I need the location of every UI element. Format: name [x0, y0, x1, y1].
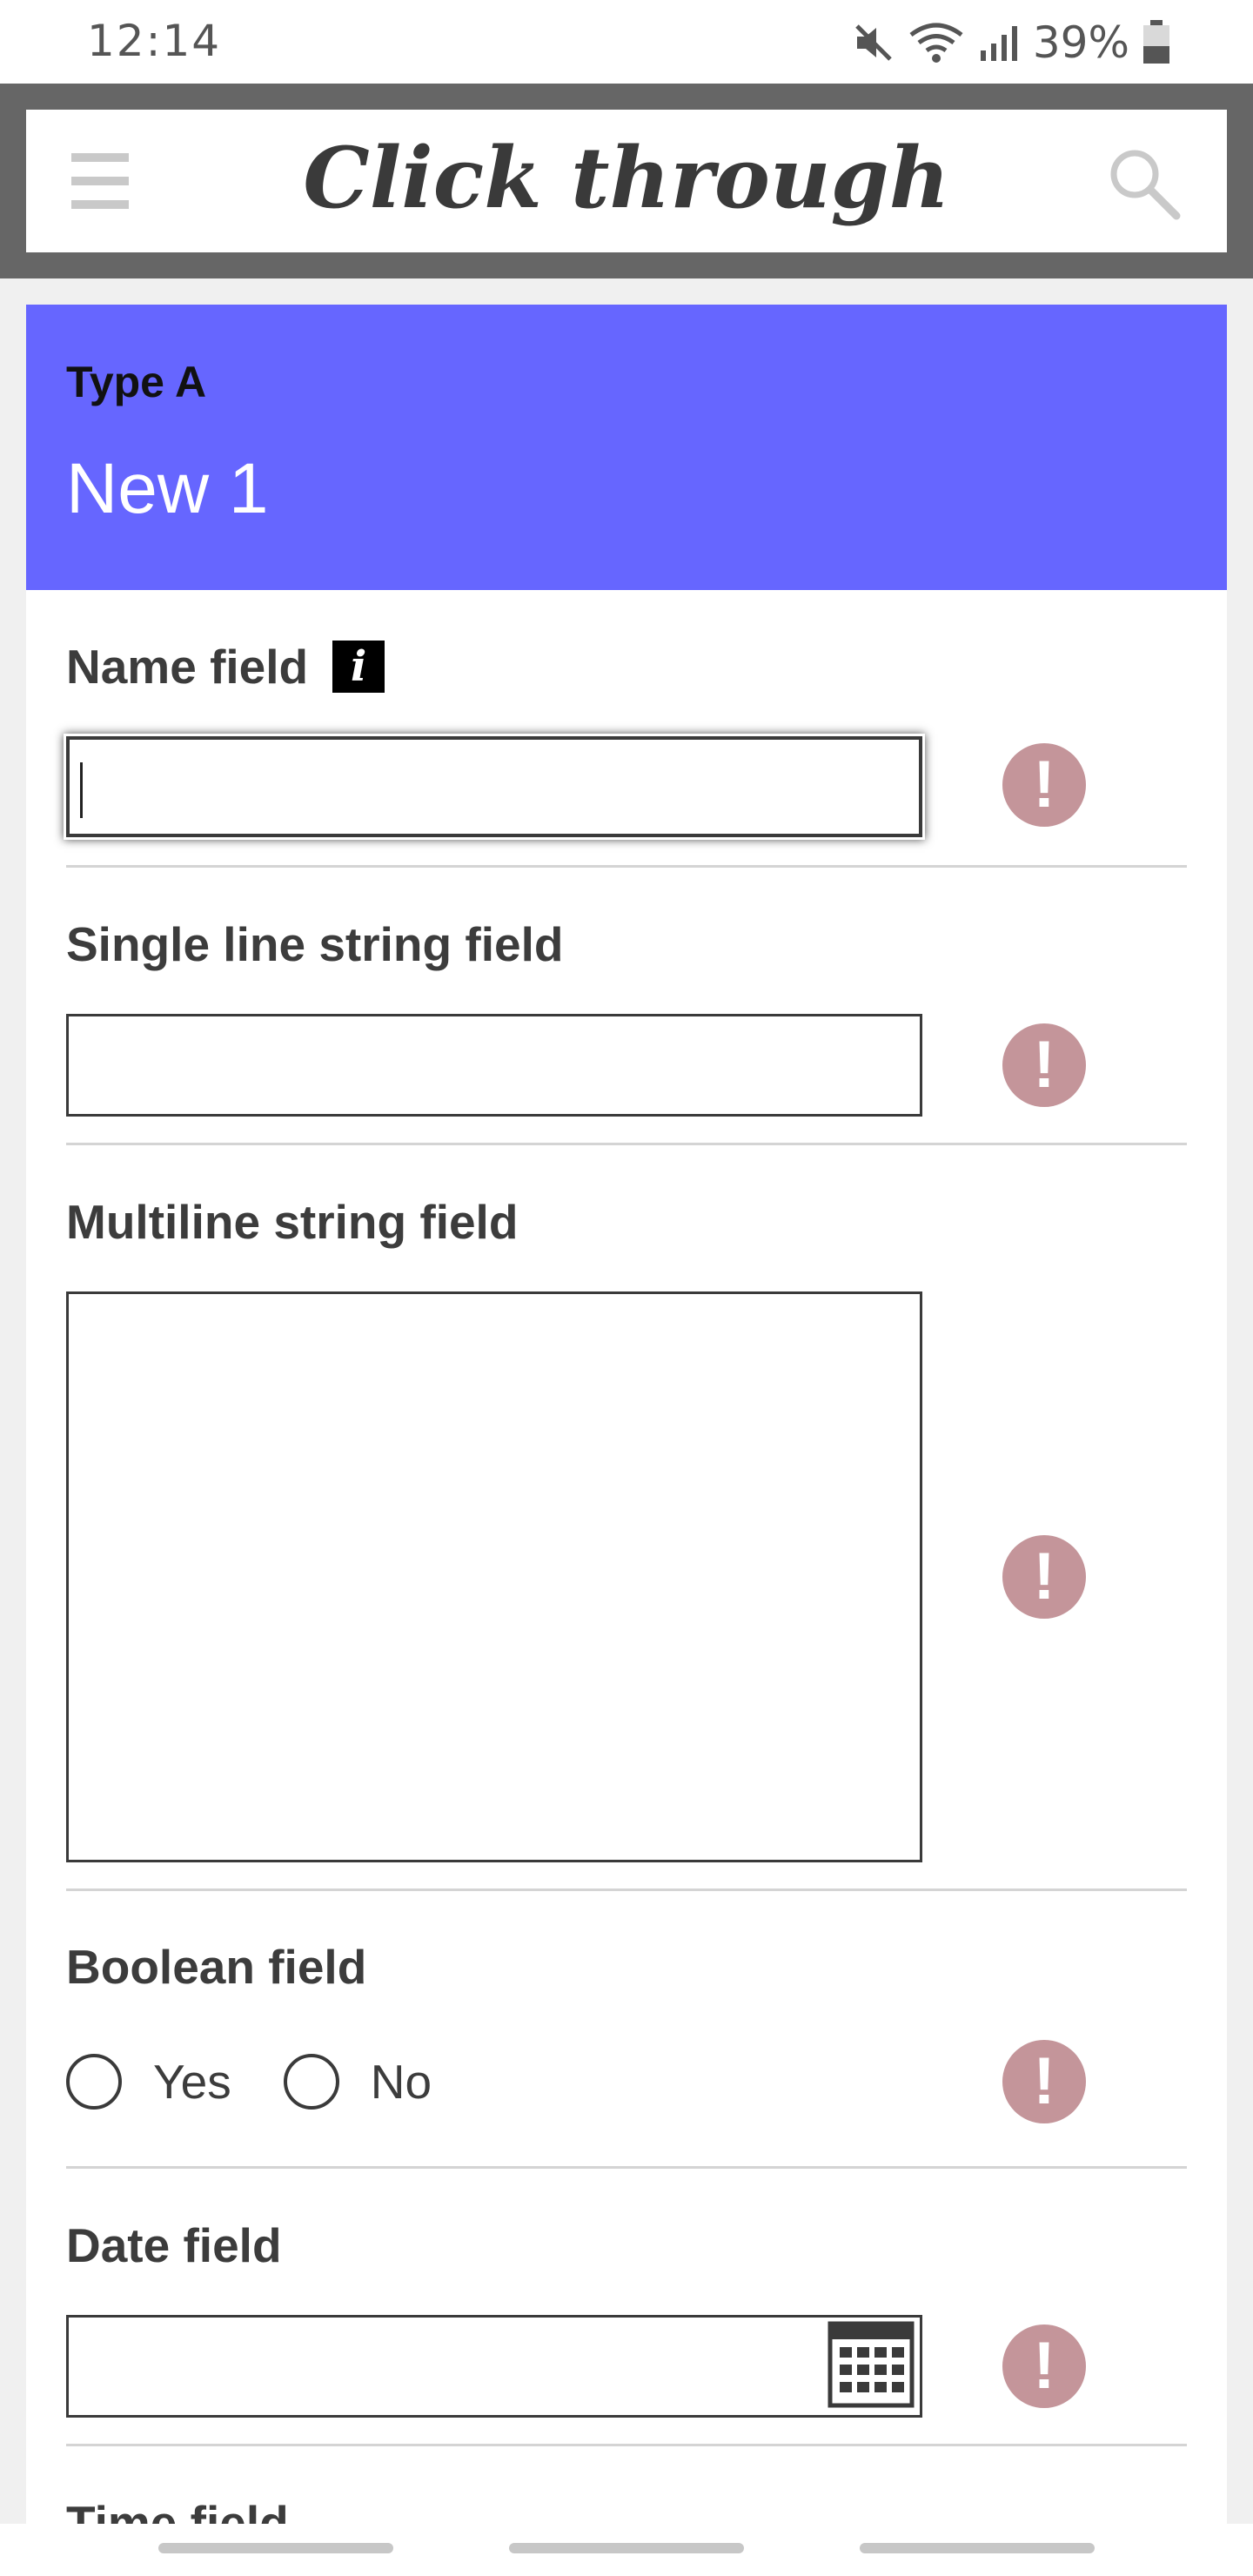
date-field-group: Date field ! — [66, 2217, 1187, 2426]
date-required-alert-icon: ! — [1002, 2324, 1086, 2408]
name-required-alert-icon: ! — [1002, 743, 1086, 827]
record-card: Type A New 1 Name field i ! Single line s… — [26, 305, 1227, 2576]
yes-label[interactable]: Yes — [153, 2054, 231, 2110]
divider — [66, 865, 1187, 868]
navigation-bar — [0, 2524, 1253, 2576]
single-line-field-group: Single line string field ! — [66, 916, 1187, 1117]
divider — [66, 2166, 1187, 2169]
single-line-input[interactable] — [66, 1014, 922, 1117]
wifi-icon — [909, 23, 963, 63]
battery-percent: 39% — [1032, 17, 1129, 68]
search-icon[interactable] — [1105, 144, 1183, 223]
yes-radio[interactable] — [66, 2054, 122, 2110]
divider — [66, 2444, 1187, 2446]
boolean-field-label: Boolean field — [66, 1940, 367, 1994]
nav-home-button[interactable] — [509, 2543, 744, 2553]
multiline-textarea[interactable] — [66, 1291, 922, 1862]
name-input[interactable] — [66, 736, 922, 837]
record-header: Type A New 1 — [26, 305, 1227, 590]
battery-icon — [1143, 20, 1169, 64]
nav-recents-button[interactable] — [158, 2543, 393, 2553]
name-field-group: Name field i ! — [66, 639, 1187, 837]
info-icon[interactable]: i — [332, 641, 385, 694]
status-time: 12:14 — [87, 16, 222, 66]
mute-icon — [855, 24, 892, 61]
app-bar: Click through — [26, 110, 1227, 252]
boolean-options: Yes No — [66, 2054, 484, 2110]
status-icons: 39% — [852, 12, 1171, 73]
name-field-label: Name field i — [66, 639, 385, 694]
date-field-label: Date field — [66, 2218, 282, 2272]
record-type: Type A — [66, 358, 207, 406]
multiline-field-group: Multiline string field ! — [66, 1194, 1187, 1862]
boolean-required-alert-icon: ! — [1002, 2040, 1086, 2123]
date-input[interactable] — [66, 2315, 922, 2418]
boolean-field-group: Boolean field Yes No ! — [66, 1939, 1187, 2165]
divider — [66, 1143, 1187, 1145]
single-line-required-alert-icon: ! — [1002, 1023, 1086, 1107]
app-title: Click through — [303, 129, 950, 227]
text-cursor — [80, 762, 83, 818]
calendar-icon[interactable] — [828, 2321, 915, 2408]
signal-icon — [980, 26, 1017, 61]
record-name: New 1 — [66, 449, 269, 528]
status-bar: 12:14 39% — [0, 0, 1253, 84]
multiline-field-label: Multiline string field — [66, 1195, 519, 1249]
no-label[interactable]: No — [371, 2054, 432, 2110]
multiline-required-alert-icon: ! — [1002, 1535, 1086, 1619]
app-header: Click through — [0, 84, 1253, 278]
divider — [66, 1888, 1187, 1891]
name-field-label-text: Name field — [66, 640, 309, 694]
single-line-field-label: Single line string field — [66, 917, 564, 971]
nav-back-button[interactable] — [860, 2543, 1095, 2553]
no-radio[interactable] — [283, 2054, 339, 2110]
